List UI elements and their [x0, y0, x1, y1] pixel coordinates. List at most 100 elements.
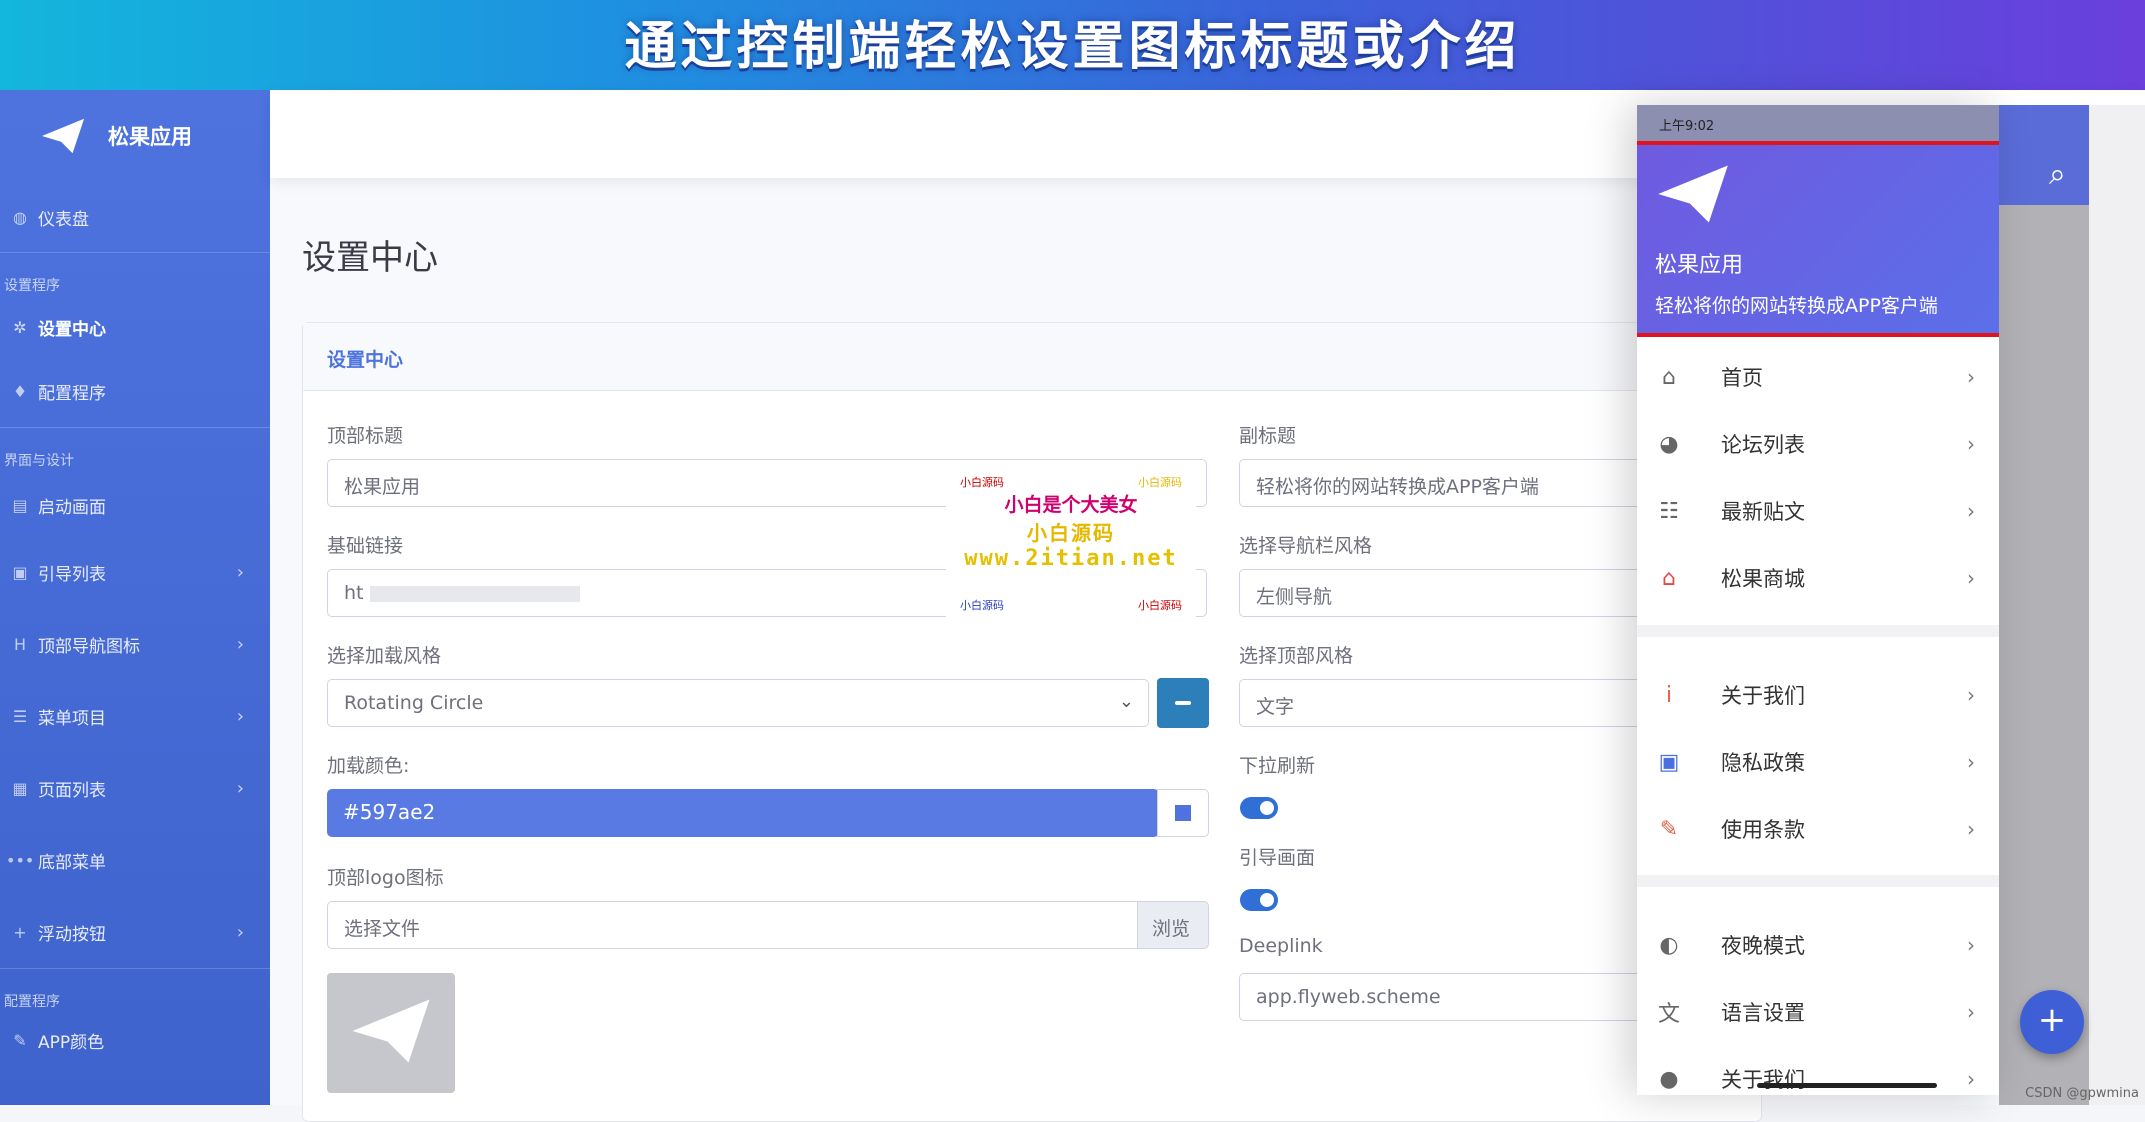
home-icon: ⌂	[1655, 365, 1683, 390]
chevron-right-icon: ›	[237, 922, 244, 943]
sidebar-item-page-list[interactable]: ▦页面列表›	[0, 752, 270, 824]
chevron-right-icon: ›	[1967, 1000, 1975, 1024]
privacy-icon: ▣	[1655, 750, 1683, 775]
drawer-item-about-2[interactable]: ● 关于我们 ›	[1637, 1049, 1999, 1095]
pull-refresh-toggle[interactable]	[1240, 797, 1278, 819]
phone-drawer-preview: 上午9:02 松果应用 轻松将你的网站转换成APP客户端 ⌂ 首页 › ◕ 论坛列表 ›…	[1637, 105, 1999, 1095]
drawer-divider	[1637, 625, 1999, 637]
deeplink-label: Deeplink	[1239, 935, 1323, 957]
drawer-item-label: 语言设置	[1721, 997, 1805, 1027]
loader-style-label: 选择加载风格	[327, 641, 441, 668]
chevron-right-icon: ›	[1967, 432, 1975, 456]
drawer-item-label: 夜晚模式	[1721, 930, 1805, 960]
drawer-item-terms[interactable]: ✎ 使用条款 ›	[1637, 799, 1999, 859]
drawer-item-label: 使用条款	[1721, 814, 1805, 844]
chevron-down-icon: ⌄	[1119, 691, 1134, 712]
drawer-app-subtitle: 轻松将你的网站转换成APP客户端	[1655, 291, 1981, 318]
info-icon: ●	[1655, 1067, 1683, 1092]
sidebar: 松果应用 ◍仪表盘 设置程序 ✲设置中心 ♦配置程序 界面与设计 ▤启动画面 ▣…	[0, 90, 270, 1105]
drawer-item-forum[interactable]: ◕ 论坛列表 ›	[1637, 414, 1999, 474]
watermark-line2: 小白源码	[946, 517, 1196, 546]
sidebar-item-bottom-menu[interactable]: •••底部菜单	[0, 824, 270, 896]
wrench-icon: ♦	[6, 382, 34, 401]
drawer-item-privacy[interactable]: ▣隐私政策›	[1637, 732, 1999, 792]
drawer-app-name: 松果应用	[1655, 247, 1981, 279]
drawer-item-label: 首页	[1721, 362, 1763, 392]
drawer-item-label: 论坛列表	[1721, 429, 1805, 459]
app-preview-header: ⌕	[1999, 105, 2089, 205]
sidebar-item-float-button[interactable]: +浮动按钮›	[0, 896, 270, 968]
section-heading: 配置程序	[0, 969, 270, 1015]
sidebar-brand[interactable]: 松果应用	[0, 90, 270, 182]
chevron-right-icon: ›	[1967, 499, 1975, 523]
chevron-right-icon: ›	[1967, 817, 1975, 841]
browse-button[interactable]: 浏览	[1137, 901, 1209, 949]
guide-toggle[interactable]	[1240, 889, 1278, 911]
brand-name: 松果应用	[108, 121, 192, 151]
sidebar-item-label: 设置中心	[38, 315, 106, 340]
floating-add-button[interactable]: +	[2020, 990, 2084, 1054]
sidebar-item-label: 菜单项目	[38, 704, 106, 729]
loader-color-input[interactable]: #597ae2	[327, 789, 1159, 837]
watermark-tag: 小白源码	[1138, 474, 1182, 490]
color-swatch-button[interactable]	[1157, 789, 1209, 837]
sidebar-item-config[interactable]: ♦配置程序	[0, 355, 270, 427]
loader-preview-button[interactable]	[1157, 678, 1209, 728]
loader-color-label: 加载颜色:	[327, 751, 409, 778]
info-icon: ⅰ	[1655, 683, 1683, 708]
subtitle-label: 副标题	[1239, 421, 1296, 448]
chevron-right-icon: ›	[1967, 1067, 1975, 1091]
terms-icon: ✎	[1655, 817, 1683, 842]
sidebar-item-splash[interactable]: ▤启动画面	[0, 474, 270, 536]
drawer-item-home[interactable]: ⌂ 首页 ›	[1637, 347, 1999, 407]
drawer-item-shop[interactable]: ⌂松果商城›	[1637, 548, 1999, 608]
chevron-right-icon: ›	[1967, 933, 1975, 957]
pull-refresh-label: 下拉刷新	[1239, 751, 1315, 778]
status-bar: 上午9:02	[1637, 105, 1999, 143]
drawer-item-posts[interactable]: ☷最新贴文›	[1637, 481, 1999, 541]
chevron-right-icon: ›	[1967, 683, 1975, 707]
sidebar-item-label: 引导列表	[38, 560, 106, 585]
forum-icon: ◕	[1655, 432, 1683, 457]
sidebar-item-top-nav-icons[interactable]: H顶部导航图标›	[0, 608, 270, 680]
sidebar-item-dashboard[interactable]: ◍仪表盘	[0, 182, 270, 252]
drawer-item-language[interactable]: 文语言设置›	[1637, 982, 1999, 1042]
loader-style-select[interactable]: Rotating Circle⌄	[327, 679, 1149, 727]
section-heading: 界面与设计	[0, 428, 270, 474]
chevron-right-icon: ›	[237, 778, 244, 799]
sidebar-item-label: 仪表盘	[38, 205, 89, 230]
search-icon: ⌕	[2049, 157, 2066, 192]
sidebar-item-label: 浮动按钮	[38, 920, 106, 945]
base-link-label: 基础链接	[327, 531, 403, 558]
list-icon: ☰	[6, 707, 34, 726]
drawer-item-label: 最新贴文	[1721, 496, 1805, 526]
layers-icon: ▤	[6, 496, 34, 515]
watermark-tag: 小白源码	[1138, 597, 1182, 613]
drawer-item-about[interactable]: ⅰ关于我们›	[1637, 665, 1999, 725]
watermark-line1: 小白是个大美女	[946, 490, 1196, 517]
drawer-item-label: 关于我们	[1721, 1064, 1805, 1094]
guide-label: 引导画面	[1239, 843, 1315, 870]
sidebar-item-label: 配置程序	[38, 379, 106, 404]
sidebar-item-label: 底部菜单	[38, 848, 106, 873]
watermark: 小白源码 小白源码 小白是个大美女 小白源码 www.2itian.net 小白…	[946, 470, 1196, 635]
blurred-text	[370, 586, 580, 602]
status-time: 上午9:02	[1659, 119, 1714, 134]
banner-title: 通过控制端轻松设置图标标题或介绍	[0, 4, 2145, 79]
nav-style-label: 选择导航栏风格	[1239, 531, 1372, 558]
watermark-url: www.2itian.net	[946, 546, 1196, 571]
logo-file-input[interactable]: 选择文件	[327, 901, 1139, 949]
sidebar-item-settings-center[interactable]: ✲设置中心	[0, 299, 270, 355]
watermark-tag: 小白源码	[960, 597, 1004, 613]
logo-preview	[327, 973, 455, 1093]
chevron-right-icon: ›	[237, 562, 244, 583]
gears-icon: ✲	[6, 318, 34, 337]
chevron-right-icon: ›	[1967, 365, 1975, 389]
shop-icon: ⌂	[1655, 566, 1683, 591]
sidebar-item-label: 页面列表	[38, 776, 106, 801]
csdn-watermark: CSDN @gpwmina	[2025, 1086, 2139, 1101]
drawer-item-night-mode[interactable]: ◐夜晚模式›	[1637, 915, 1999, 975]
sidebar-item-guide-list[interactable]: ▣引导列表›	[0, 536, 270, 608]
sidebar-item-menu-items[interactable]: ☰菜单项目›	[0, 680, 270, 752]
sidebar-item-app-colors[interactable]: ✎APP颜色	[0, 1015, 270, 1065]
